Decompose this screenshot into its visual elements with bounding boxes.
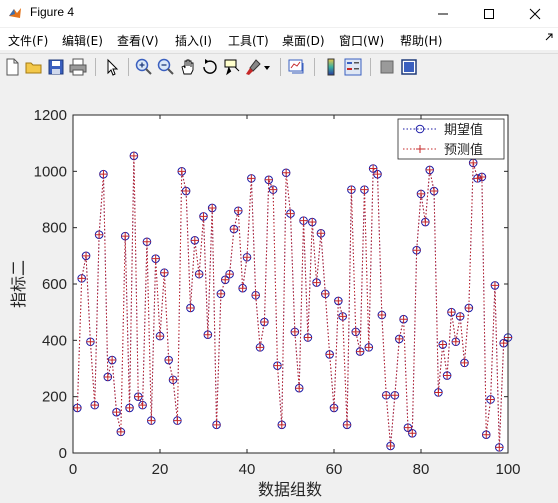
toolbar — [0, 53, 558, 82]
x-tick-label: 20 — [152, 461, 169, 478]
pan-icon[interactable] — [178, 57, 198, 77]
y-tick-label: 1200 — [34, 107, 67, 124]
rotate-3d-icon[interactable] — [200, 57, 220, 77]
minimize-button[interactable] — [420, 0, 466, 27]
y-tick-label: 1000 — [34, 163, 67, 180]
link-plot-icon[interactable] — [287, 57, 307, 77]
axes-background[interactable] — [73, 115, 508, 453]
legend-label-predicted: 预测值 — [444, 142, 483, 157]
menu-window[interactable]: 窗口(W) — [339, 32, 384, 49]
colorbar-icon[interactable] — [321, 57, 341, 77]
figure-area: 0 20 40 60 80 100 0 200 400 600 800 1000 1200 数据组数 指… — [0, 81, 558, 499]
zoom-in-icon[interactable] — [134, 57, 154, 77]
dock-arrow-icon[interactable] — [544, 32, 554, 42]
menu-file[interactable]: 文件(F) — [8, 32, 48, 49]
zoom-out-icon[interactable] — [156, 57, 176, 77]
plot-canvas: 0 20 40 60 80 100020040060080010001200 数据组数 指… — [10, 107, 521, 499]
x-tick-label: 40 — [239, 461, 256, 478]
maximize-icon — [484, 8, 494, 19]
y-tick-label: 200 — [42, 389, 67, 406]
show-plot-tools-icon[interactable] — [399, 57, 419, 77]
y-tick-label: 800 — [42, 220, 67, 237]
menu-bar: 文件(F) 编辑(E) 查看(V) 插入(I) 工具(T) 桌面(D) 窗口(W… — [0, 28, 558, 50]
menu-insert[interactable]: 插入(I) — [175, 32, 212, 49]
print-icon[interactable] — [68, 57, 88, 77]
menu-edit[interactable]: 编辑(E) — [62, 32, 103, 49]
toolbar-separator — [95, 58, 96, 76]
y-tick-label: 600 — [42, 276, 67, 293]
minimize-icon — [438, 13, 448, 14]
x-tick-label: 80 — [413, 461, 430, 478]
y-tick-label: 0 — [59, 445, 67, 462]
close-button[interactable] — [512, 0, 558, 27]
pointer-icon[interactable] — [102, 57, 122, 77]
legend-icon[interactable] — [343, 57, 363, 77]
toolbar-separator — [280, 58, 281, 76]
open-file-icon[interactable] — [24, 57, 44, 77]
legend[interactable]: 期望值 预测值 — [397, 118, 505, 160]
y-axis-label: 指标二 — [10, 260, 28, 308]
window-title: Figure 4 — [30, 5, 75, 19]
brush-dropdown-icon[interactable] — [262, 57, 272, 77]
save-icon[interactable] — [46, 57, 66, 77]
new-figure-icon[interactable] — [2, 57, 22, 77]
menu-help[interactable]: 帮助(H) — [400, 32, 442, 49]
matlab-logo-icon — [9, 8, 21, 18]
x-axis-label: 数据组数 — [258, 481, 322, 499]
menu-desktop[interactable]: 桌面(D) — [282, 32, 325, 49]
close-icon — [529, 8, 541, 19]
y-tick-label: 400 — [42, 332, 67, 349]
title-bar: Figure 4 — [0, 0, 558, 27]
menu-view[interactable]: 查看(V) — [117, 32, 159, 49]
maximize-button[interactable] — [466, 0, 512, 27]
menu-tools[interactable]: 工具(T) — [228, 32, 269, 49]
toolbar-separator — [314, 58, 315, 76]
toolbar-separator — [128, 58, 129, 76]
hide-plot-tools-icon[interactable] — [377, 57, 397, 77]
x-tick-label: 60 — [326, 461, 343, 478]
x-tick-label: 100 — [495, 461, 520, 478]
x-tick-label: 0 — [69, 461, 77, 478]
brush-icon[interactable] — [244, 57, 264, 77]
legend-label-expected: 期望值 — [444, 122, 483, 137]
data-cursor-icon[interactable] — [222, 57, 242, 77]
toolbar-separator — [370, 58, 371, 76]
